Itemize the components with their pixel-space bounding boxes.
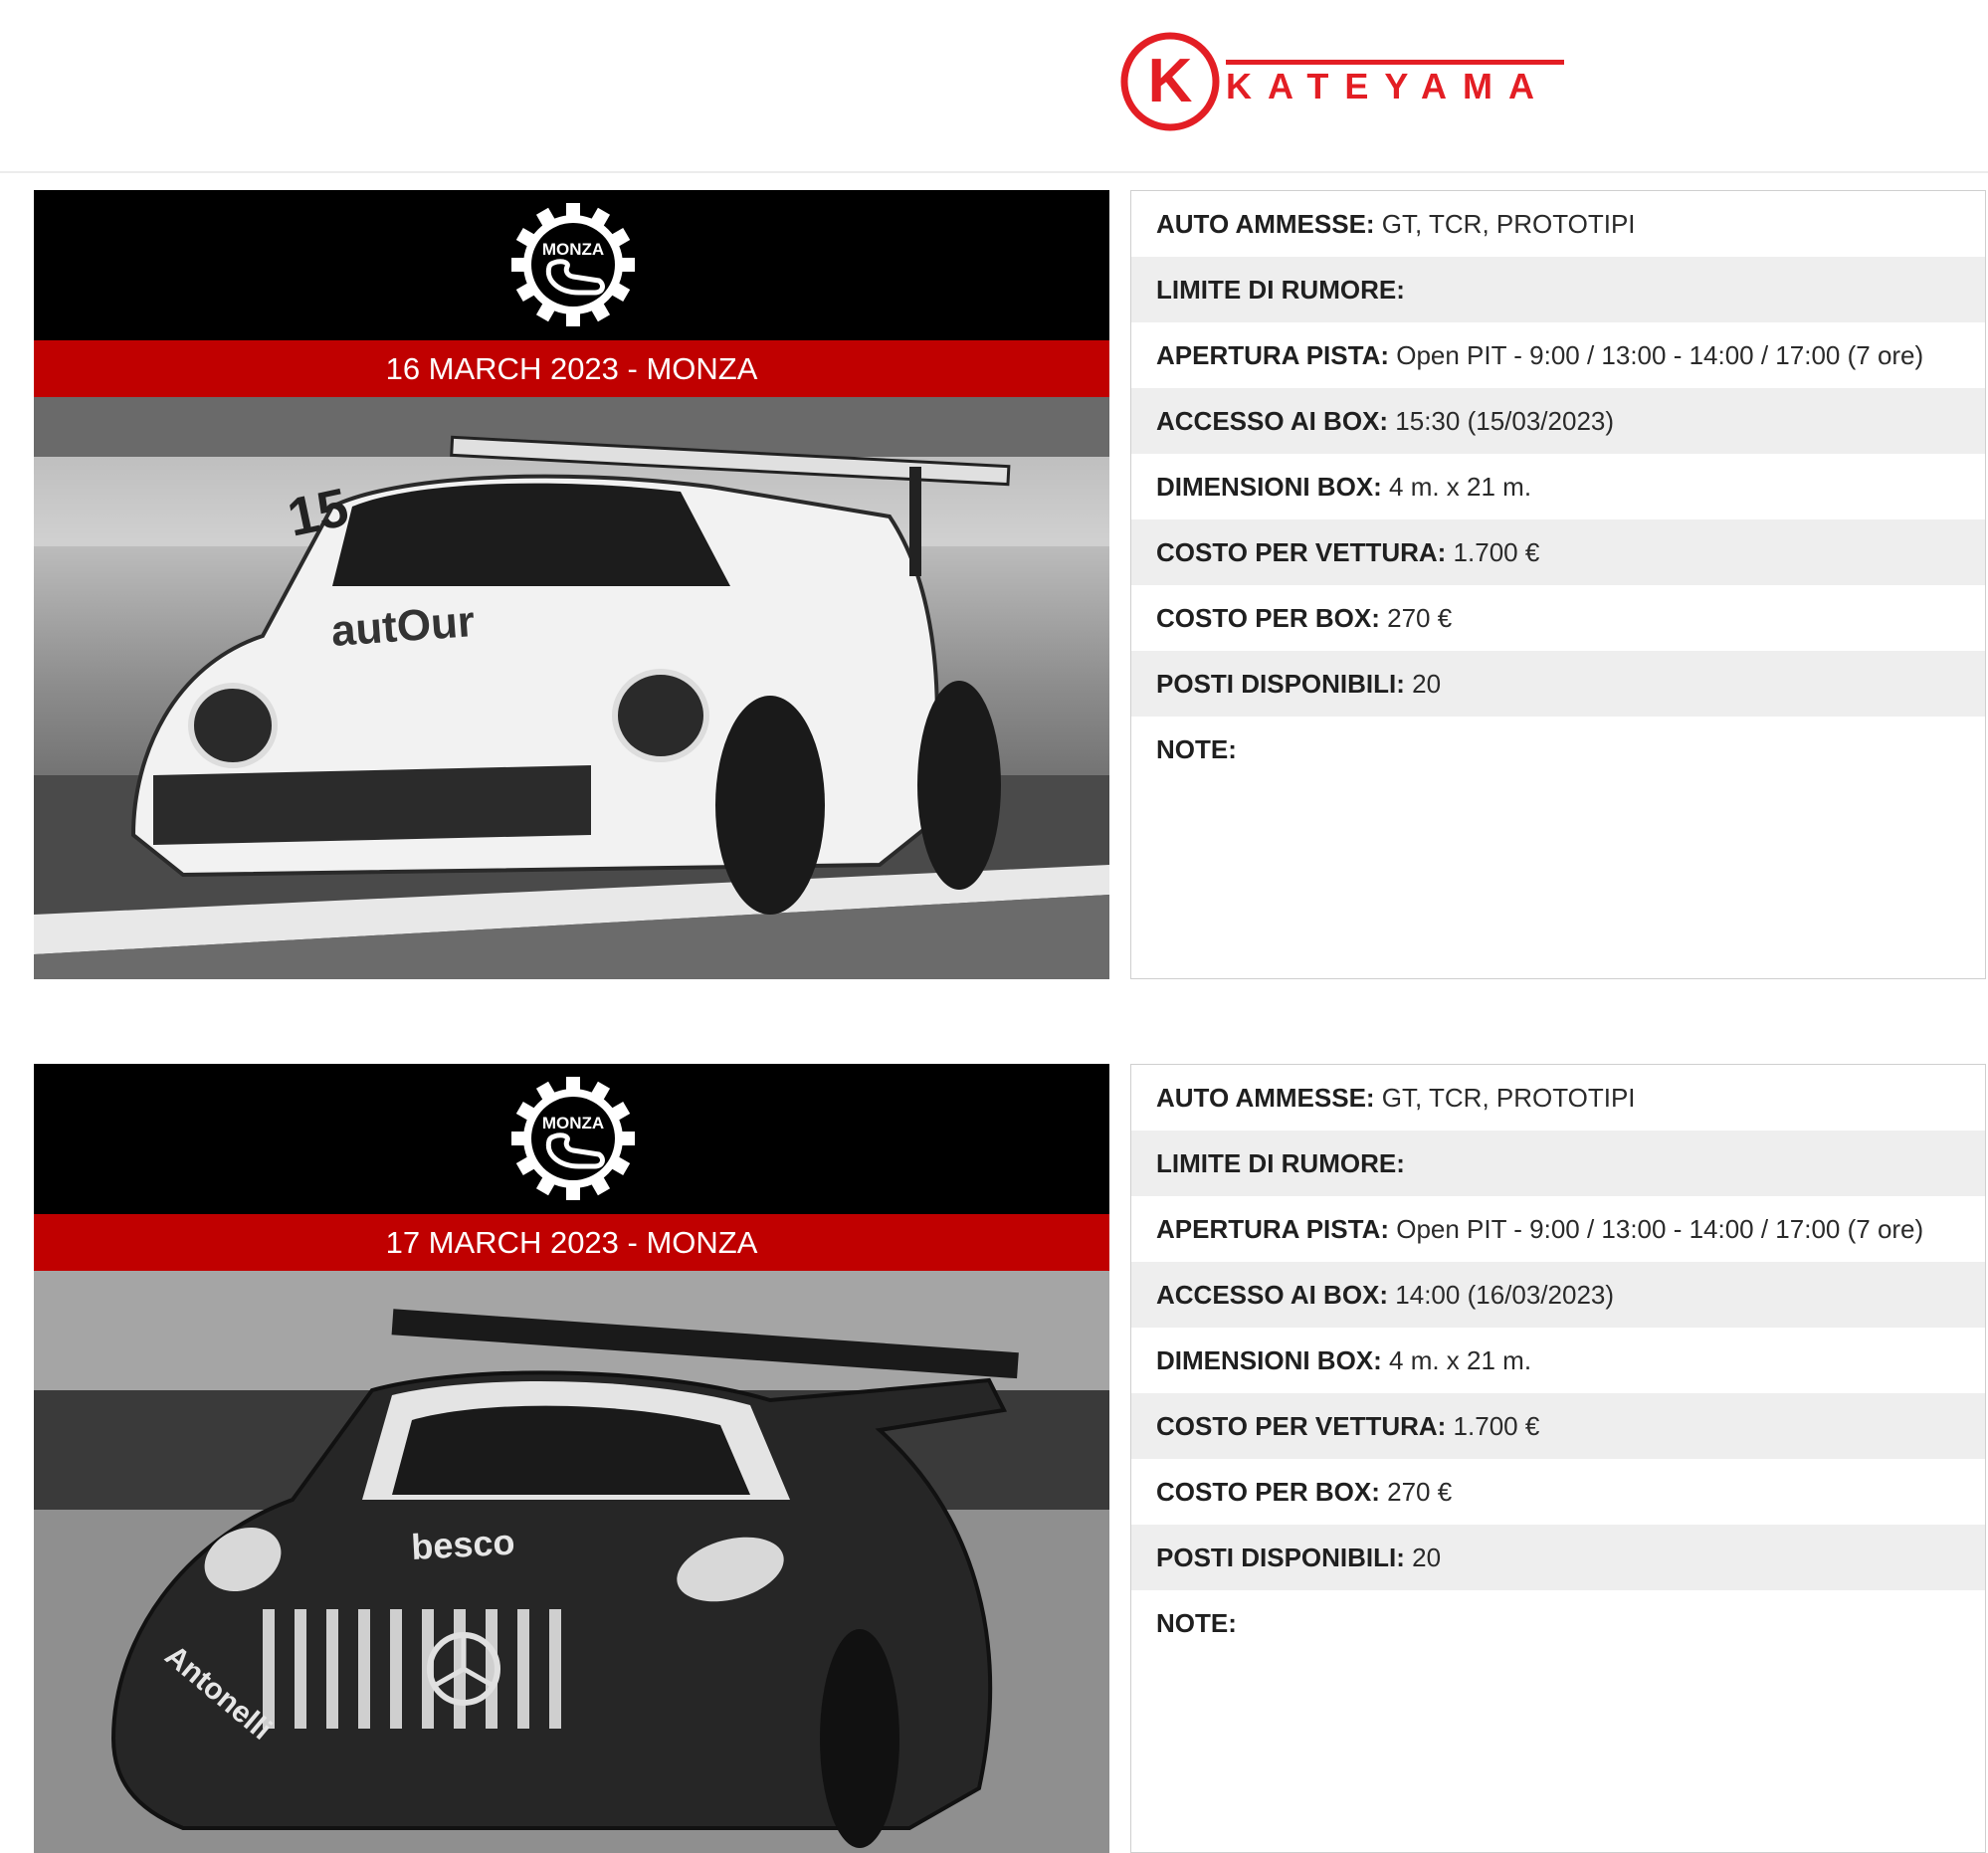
- info-row-note: NOTE:: [1156, 734, 1237, 764]
- logo-wordmark: KATEYAMA: [1226, 60, 1564, 106]
- info-row-costo-vettura: COSTO PER VETTURA: 1.700 €: [1131, 1393, 1985, 1459]
- event-card: MONZA 16 MARCH 2023 - MONZA autOur 15 AU…: [34, 190, 1986, 979]
- event-media: MONZA 17 MARCH 2023 - MONZA besco Antone…: [34, 1064, 1109, 1853]
- info-row-costo-vettura: COSTO PER VETTURA: 1.700 €: [1131, 519, 1985, 585]
- event-media: MONZA 16 MARCH 2023 - MONZA autOur 15: [34, 190, 1109, 979]
- svg-text:MONZA: MONZA: [542, 1114, 604, 1132]
- site-header: K KATEYAMA: [0, 0, 1988, 173]
- info-row-accesso-box: ACCESSO AI BOX: 15:30 (15/03/2023): [1131, 388, 1985, 454]
- info-row-note: NOTE:: [1156, 1608, 1237, 1638]
- event-info-table: AUTO AMMESSE: GT, TCR, PROTOTIPI LIMITE …: [1130, 1064, 1986, 1853]
- monza-circuit-logo-icon: MONZA: [511, 203, 635, 326]
- kateyama-logo[interactable]: K KATEYAMA: [1118, 30, 1566, 133]
- svg-text:K: K: [1148, 47, 1193, 115]
- info-row-dimensioni-box: DIMENSIONI BOX: 4 m. x 21 m.: [1156, 1345, 1532, 1375]
- track-logo-bar: MONZA: [34, 190, 1109, 340]
- event-date-title: 16 MARCH 2023 - MONZA: [34, 340, 1109, 397]
- event-date-title: 17 MARCH 2023 - MONZA: [34, 1214, 1109, 1271]
- svg-text:15: 15: [283, 478, 353, 548]
- info-row-auto-ammesse: AUTO AMMESSE: GT, TCR, PROTOTIPI: [1156, 209, 1636, 239]
- info-row-costo-box: COSTO PER BOX: 270 €: [1156, 603, 1453, 633]
- info-row-posti-disponibili: POSTI DISPONIBILI: 20: [1131, 651, 1985, 717]
- svg-text:besco: besco: [410, 1522, 515, 1567]
- info-row-auto-ammesse: AUTO AMMESSE: GT, TCR, PROTOTIPI: [1156, 1083, 1636, 1113]
- info-row-posti-disponibili: POSTI DISPONIBILI: 20: [1131, 1525, 1985, 1590]
- info-row-apertura-pista: APERTURA PISTA: Open PIT - 9:00 / 13:00 …: [1156, 1214, 1924, 1244]
- info-row-limite-rumore: LIMITE DI RUMORE:: [1131, 257, 1985, 322]
- track-logo-bar: MONZA: [34, 1064, 1109, 1214]
- monza-circuit-logo-icon: MONZA: [511, 1077, 635, 1200]
- info-row-accesso-box: ACCESSO AI BOX: 14:00 (16/03/2023): [1131, 1262, 1985, 1328]
- porsche-race-car-photo: autOur 15: [34, 397, 1109, 979]
- event-card: MONZA 17 MARCH 2023 - MONZA besco Antone…: [34, 1064, 1986, 1853]
- event-info-table: AUTO AMMESSE: GT, TCR, PROTOTIPI LIMITE …: [1130, 190, 1986, 979]
- svg-text:autOur: autOur: [329, 597, 476, 656]
- info-row-apertura-pista: APERTURA PISTA: Open PIT - 9:00 / 13:00 …: [1156, 340, 1924, 370]
- mercedes-race-car-photo: besco Antonelli: [34, 1271, 1109, 1853]
- svg-text:MONZA: MONZA: [542, 240, 604, 259]
- info-row-limite-rumore: LIMITE DI RUMORE:: [1131, 1131, 1985, 1196]
- info-row-costo-box: COSTO PER BOX: 270 €: [1156, 1477, 1453, 1507]
- info-row-dimensioni-box: DIMENSIONI BOX: 4 m. x 21 m.: [1156, 472, 1532, 502]
- kateyama-k-icon: K: [1120, 32, 1220, 131]
